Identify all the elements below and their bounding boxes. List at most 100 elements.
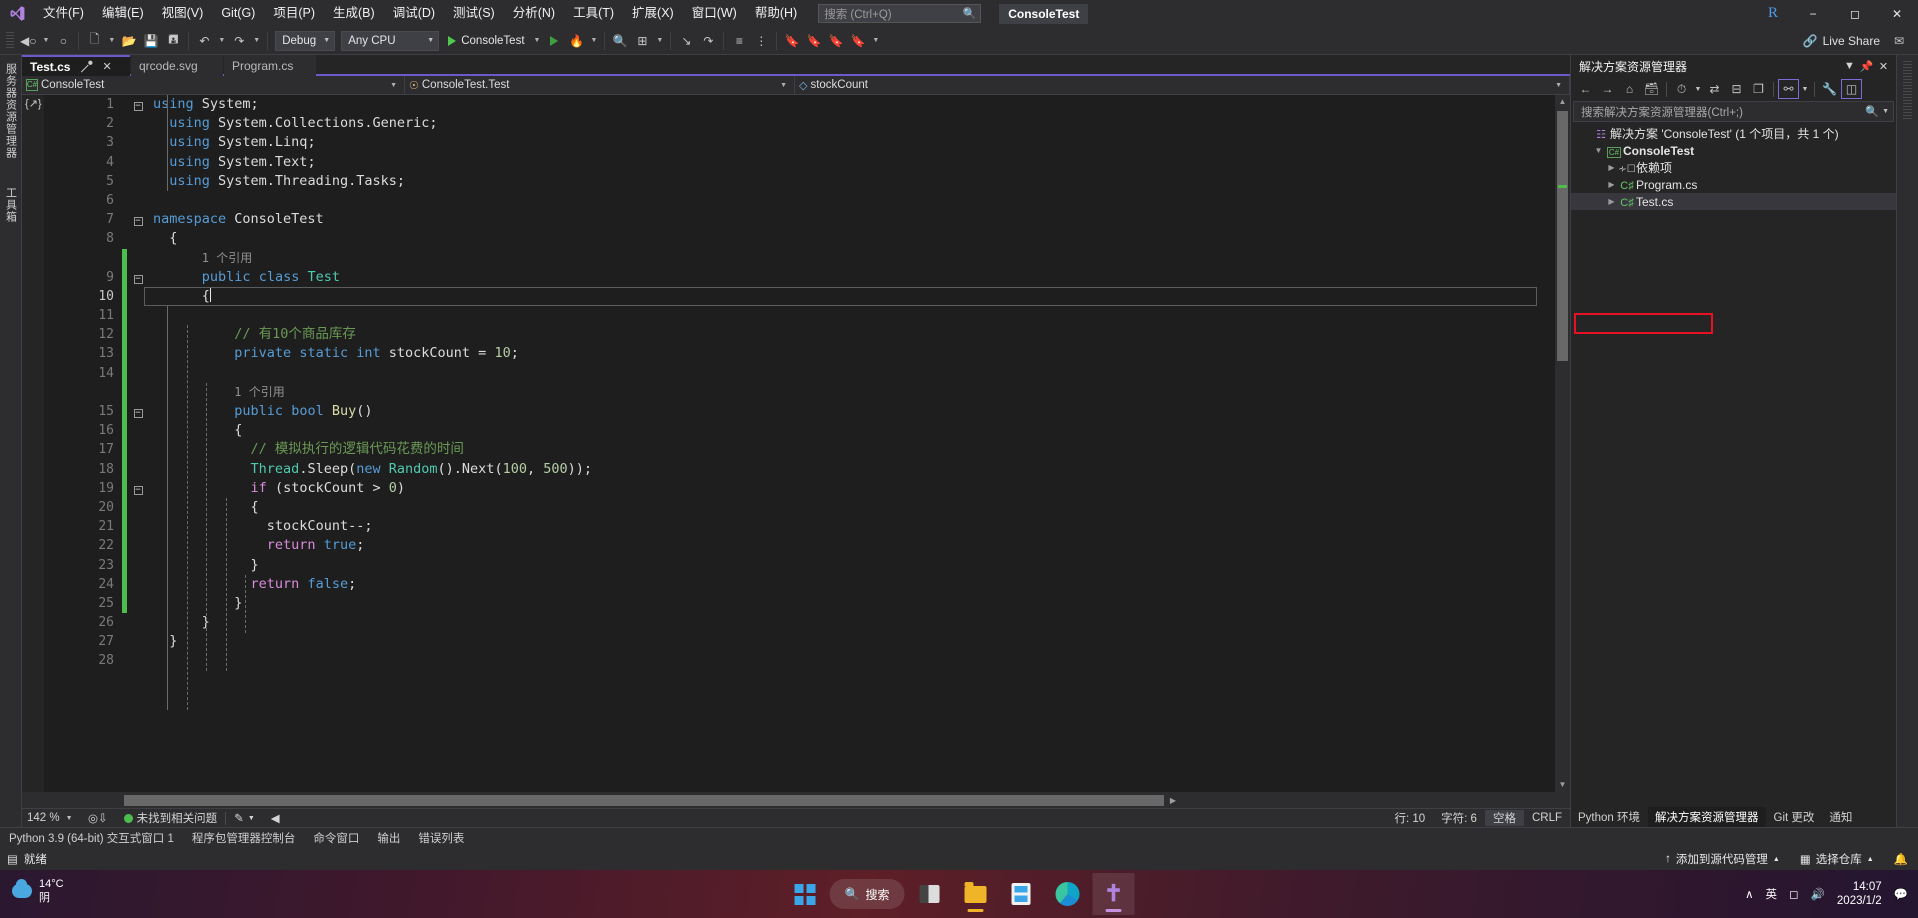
ime-indicator[interactable]: 英 (1766, 886, 1778, 902)
menu-build[interactable]: 生成(B) (324, 0, 384, 27)
menu-file[interactable]: 文件(F) (34, 0, 93, 27)
preview-selected-icon[interactable]: ⚯ (1778, 79, 1799, 99)
visual-studio-icon[interactable]: ✝ (1092, 873, 1135, 915)
home-icon[interactable]: ⌂ (1619, 79, 1640, 99)
build-configuration-select[interactable]: Debug ▼ (275, 30, 336, 51)
add-to-source-control-button[interactable]: ↑ 添加到源代码管理 ▲ (1655, 851, 1790, 867)
code-line[interactable]: 16 { (44, 421, 1555, 441)
properties-icon[interactable]: 🔧 (1819, 79, 1840, 99)
code-line[interactable]: 2 using System.Collections.Generic; (44, 114, 1555, 133)
bookmark-next-icon[interactable]: 🔖 (825, 30, 847, 52)
navbar-project-select[interactable]: C# ConsoleTest ▼ (22, 75, 405, 95)
pen-icon[interactable]: ✎ ▼ (226, 811, 263, 825)
bookmark-prev-icon[interactable]: 🔖 (803, 30, 825, 52)
editor-tab-test-cs[interactable]: Test.cs —● ✕ (22, 55, 130, 76)
feedback-icon[interactable]: ✉ (1888, 30, 1910, 52)
code-line[interactable]: 1 个引用 (44, 382, 1555, 402)
navigate-back-caret-icon[interactable]: ▼ (39, 37, 52, 44)
solution-tree-item[interactable]: ▼ C# ConsoleTest (1571, 142, 1896, 159)
code-line[interactable]: 28 (44, 651, 1555, 670)
fold-collapse-icon[interactable]: − (127, 268, 149, 287)
hot-reload-caret-icon[interactable]: ▼ (587, 37, 600, 44)
menu-window[interactable]: 窗口(W) (683, 0, 746, 27)
issues-status[interactable]: 未找到相关问题 (116, 810, 226, 826)
volume-icon[interactable]: 🔊 (1811, 887, 1825, 901)
chevron-expanded-icon[interactable]: ▼ (1592, 146, 1605, 155)
minimize-icon[interactable]: − (1792, 0, 1834, 27)
history-caret-icon[interactable]: ▼ (1693, 79, 1703, 99)
fold-collapse-icon[interactable]: − (127, 479, 149, 498)
solution-tree-item[interactable]: ▶ ∻☐ 依赖项 (1571, 159, 1896, 176)
issue-nav-icon[interactable]: ◎⇩ (80, 811, 116, 825)
menu-analyze[interactable]: 分析(N) (504, 0, 564, 27)
bookmark-icon[interactable]: 🔖 (781, 30, 803, 52)
menu-git[interactable]: Git(G) (212, 0, 264, 27)
chevron-up-icon[interactable]: ∧ (1745, 887, 1753, 901)
save-all-icon[interactable]: 🖪 (162, 30, 184, 52)
menu-test[interactable]: 测试(S) (444, 0, 504, 27)
edge-icon[interactable] (1046, 873, 1088, 915)
toolbox-tab[interactable]: 工具箱 (3, 187, 19, 223)
fold-collapse-icon[interactable]: − (127, 402, 149, 421)
task-view-icon[interactable] (908, 873, 950, 915)
comment-icon[interactable]: ⋮ (750, 30, 772, 52)
solution-explorer-search-input[interactable]: 搜索解决方案资源管理器(Ctrl+;) 🔍 ▼ (1573, 101, 1894, 122)
indent-icon[interactable]: ≡ (728, 30, 750, 52)
close-icon[interactable]: ✕ (1875, 60, 1892, 73)
fold-collapse-icon[interactable]: − (127, 95, 149, 114)
notification-icon[interactable]: 💬 (1894, 887, 1908, 901)
redo-caret-icon[interactable]: ▼ (250, 37, 263, 44)
code-line[interactable]: 22 return true; (44, 536, 1555, 556)
code-line[interactable]: 17 // 模拟执行的逻辑代码花费的时间 (44, 440, 1555, 460)
menu-extensions[interactable]: 扩展(X) (623, 0, 683, 27)
scroll-down-icon[interactable]: ▼ (1555, 778, 1570, 792)
open-folder-icon[interactable]: 📂 (118, 30, 140, 52)
hot-reload-icon[interactable]: 🔥 (565, 30, 587, 52)
zoom-select[interactable]: 142 % ▼ (22, 812, 80, 824)
select-element-icon[interactable]: 🔍 (609, 30, 631, 52)
redo-icon[interactable]: ↷ (228, 30, 250, 52)
editor-horizontal-scrollbar[interactable]: ▶ (22, 792, 1570, 808)
tab-solution-explorer[interactable]: 解决方案资源管理器 (1648, 807, 1766, 827)
file-explorer-icon[interactable] (954, 873, 996, 915)
select-repository-button[interactable]: ▦ 选择仓库 ▲ (1790, 851, 1884, 867)
new-project-caret-icon[interactable]: ▼ (105, 37, 118, 44)
code-line[interactable]: 3 using System.Linq; (44, 133, 1555, 152)
step-into-icon[interactable]: ↘ (675, 30, 697, 52)
tab-output[interactable]: 输出 (368, 830, 409, 846)
undo-caret-icon[interactable]: ▼ (215, 37, 228, 44)
account-badge[interactable]: R (1754, 5, 1792, 22)
menu-view[interactable]: 视图(V) (153, 0, 213, 27)
bookmark-clear-icon[interactable]: 🔖 (847, 30, 869, 52)
chevron-collapsed-icon[interactable]: ▶ (1605, 163, 1618, 172)
collapse-all-icon[interactable]: ⊟ (1726, 79, 1747, 99)
toolbar-overflow-icon[interactable]: ▼ (869, 37, 882, 44)
code-line[interactable]: 10 { (44, 286, 1555, 307)
line-ending-label[interactable]: CRLF (1524, 812, 1570, 824)
code-line[interactable]: 24 return false; (44, 574, 1555, 594)
right-rail-grip[interactable] (1903, 61, 1912, 121)
taskbar-search-button[interactable]: 🔍 搜索 (829, 879, 905, 909)
tab-error-list[interactable]: 错误列表 (409, 830, 473, 846)
editor-vertical-scrollbar[interactable]: ▲ ▼ (1555, 95, 1570, 792)
code-line[interactable]: 21 stockCount--; (44, 517, 1555, 537)
start-without-debugging-icon[interactable] (543, 30, 565, 52)
network-icon[interactable]: ◻ (1789, 887, 1799, 901)
code-line[interactable]: 9− public class Test (44, 267, 1555, 287)
chevron-down-icon[interactable]: ▼ (1841, 60, 1858, 72)
code-line[interactable]: 15− public bool Buy() (44, 402, 1555, 422)
tab-python-environments[interactable]: Python 环境 (1571, 807, 1647, 827)
server-explorer-tab[interactable]: 服务器资源管理器 (3, 63, 19, 159)
live-share-button[interactable]: 🔗 Live Share (1795, 34, 1888, 48)
vertical-scroll-thumb[interactable] (1557, 111, 1568, 361)
pending-changes-icon[interactable]: 🗃 (1641, 79, 1662, 99)
code-line[interactable]: 26 } (44, 613, 1555, 632)
tab-notifications[interactable]: 通知 (1822, 807, 1859, 827)
code-line[interactable]: 1− using System; (44, 95, 1555, 114)
menu-tools[interactable]: 工具(T) (564, 0, 623, 27)
fold-collapse-icon[interactable]: − (127, 210, 149, 229)
code-line[interactable]: 19− if (stockCount > 0) (44, 478, 1555, 498)
chevron-collapsed-icon[interactable]: ▶ (1605, 180, 1618, 189)
history-icon[interactable]: ⏱ (1671, 79, 1692, 99)
windows-start-icon[interactable] (784, 873, 826, 915)
